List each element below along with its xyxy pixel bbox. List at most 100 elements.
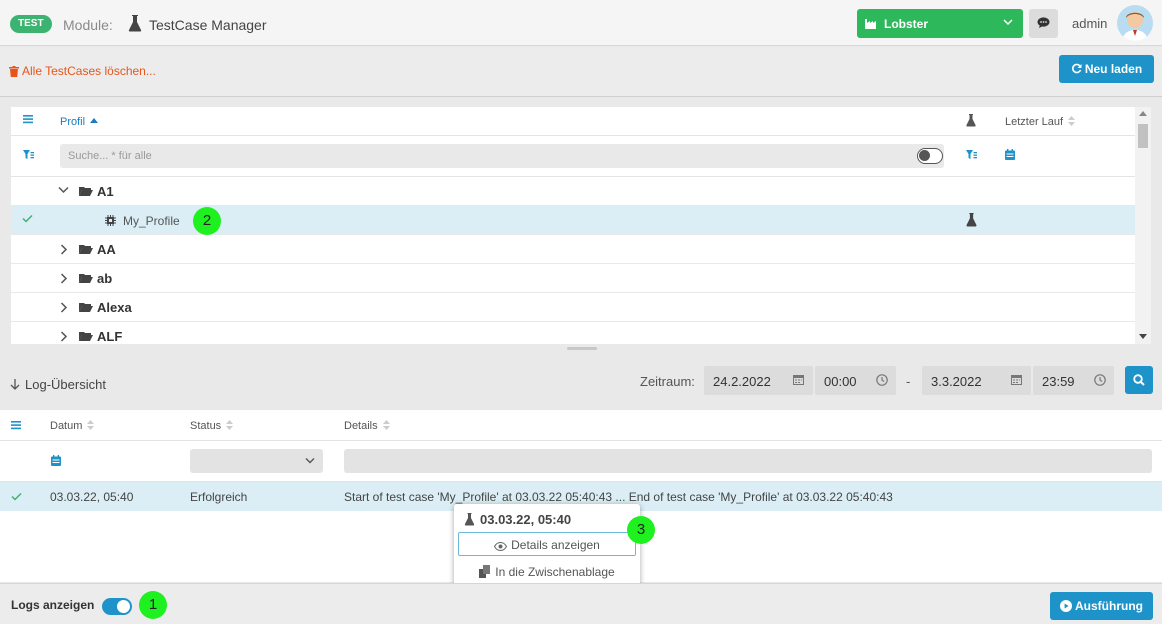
- column-menu-icon[interactable]: [11, 420, 21, 430]
- tree-filter-row: [11, 136, 1135, 177]
- tree-folder-label: Alexa: [97, 300, 132, 315]
- from-time-input[interactable]: 00:00: [815, 366, 896, 395]
- check-icon: [22, 214, 33, 223]
- column-header-last-run-label: Letzter Lauf: [1005, 116, 1064, 128]
- time-range-label: Zeitraum:: [640, 374, 695, 389]
- folder-open-icon: [79, 187, 93, 196]
- clock-icon[interactable]: [1094, 374, 1106, 386]
- from-date-input[interactable]: 24.2.2022: [704, 366, 813, 395]
- calendar-icon[interactable]: [1011, 374, 1022, 385]
- chevron-down-icon[interactable]: [58, 186, 69, 194]
- tree-folder-row[interactable]: Alexa: [11, 293, 1135, 322]
- log-date: 03.03.22, 05:40: [50, 490, 134, 504]
- log-search-button[interactable]: [1125, 366, 1153, 394]
- calendar-icon[interactable]: [1005, 149, 1015, 160]
- arrow-down-icon: [10, 379, 20, 390]
- step-marker: 3: [627, 516, 655, 544]
- refresh-icon: [1071, 63, 1082, 74]
- to-time-value: 23:59: [1042, 374, 1075, 389]
- play-circle-icon: [1060, 600, 1072, 612]
- tree-folder-row[interactable]: ALF: [11, 322, 1135, 344]
- scroll-down-arrow[interactable]: [1139, 334, 1147, 339]
- user-name[interactable]: admin: [1072, 16, 1107, 31]
- log-overview-toggle[interactable]: Log-Übersicht: [10, 377, 106, 392]
- menu-item-copy-clipboard-label: In die Zwischenablage: [495, 565, 615, 579]
- chevron-right-icon[interactable]: [60, 302, 68, 313]
- chevron-right-icon[interactable]: [60, 331, 68, 342]
- reload-button[interactable]: Neu laden: [1059, 55, 1154, 83]
- log-table-header: Datum Status Details: [0, 410, 1162, 441]
- calendar-icon[interactable]: [51, 455, 61, 466]
- log-details: Start of test case 'My_Profile' at 03.03…: [344, 490, 893, 504]
- column-header-details[interactable]: Details: [344, 420, 390, 432]
- folder-open-icon: [79, 274, 93, 283]
- tree-folder-label: AA: [97, 242, 116, 257]
- calendar-icon[interactable]: [793, 374, 804, 385]
- column-header-status-label: Status: [190, 420, 222, 432]
- log-header: Log-Übersicht Zeitraum: 24.2.2022 00:00 …: [0, 352, 1162, 410]
- tree-folder-row[interactable]: A1: [11, 177, 1135, 206]
- profile-search-input[interactable]: [60, 144, 880, 168]
- from-date-value: 24.2.2022: [713, 374, 771, 389]
- module-label: Module:: [63, 17, 113, 33]
- column-header-details-label: Details: [344, 420, 378, 432]
- flask-icon[interactable]: [966, 213, 977, 227]
- eye-icon: [494, 541, 508, 552]
- tree-folder-row[interactable]: AA: [11, 235, 1135, 264]
- scroll-up-arrow[interactable]: [1139, 111, 1147, 116]
- flask-icon: [128, 15, 142, 32]
- check-icon: [11, 492, 22, 501]
- tree-header: Profil Letzter Lauf: [11, 107, 1135, 136]
- folder-open-icon: [79, 245, 93, 254]
- column-header-date[interactable]: Datum: [50, 420, 95, 432]
- column-header-profile-label: Profil: [60, 116, 86, 128]
- tree-profile-row[interactable]: My_Profile: [11, 206, 1135, 235]
- step-marker: 2: [193, 207, 221, 235]
- execute-button[interactable]: Ausführung: [1050, 592, 1153, 620]
- avatar-image: [1122, 12, 1148, 41]
- flask-column-icon: [966, 114, 976, 127]
- trash-icon: [9, 66, 19, 77]
- panel-splitter-handle[interactable]: [567, 347, 597, 350]
- user-avatar[interactable]: [1117, 5, 1153, 41]
- flask-icon: [464, 513, 475, 526]
- scroll-thumb[interactable]: [1138, 124, 1148, 148]
- sort-icon: [87, 420, 95, 430]
- search-toggle[interactable]: [917, 148, 943, 164]
- show-logs-toggle[interactable]: [102, 598, 132, 615]
- toolbar: Alle TestCases löschen... Neu laden: [0, 47, 1162, 97]
- sort-icon: [226, 420, 234, 430]
- column-header-status[interactable]: Status: [190, 420, 234, 432]
- details-filter-input[interactable]: [344, 449, 1152, 473]
- copy-icon: [479, 565, 491, 578]
- chevron-right-icon[interactable]: [60, 273, 68, 284]
- toggle-knob: [117, 600, 130, 613]
- menu-item-copy-clipboard[interactable]: In die Zwischenablage: [458, 560, 636, 584]
- range-separator: -: [906, 374, 911, 389]
- filter-icon[interactable]: [23, 150, 34, 160]
- tree-folder-row[interactable]: ab: [11, 264, 1135, 293]
- chat-button[interactable]: [1029, 9, 1058, 38]
- log-filter-row: [0, 441, 1162, 482]
- delete-all-link[interactable]: Alle TestCases löschen...: [9, 64, 156, 78]
- step-marker: 1: [139, 591, 167, 619]
- footer: Logs anzeigen Ausführung: [0, 583, 1162, 624]
- to-time-input[interactable]: 23:59: [1033, 366, 1114, 395]
- sort-asc-icon: [90, 118, 99, 123]
- module-name: TestCase Manager: [149, 17, 267, 33]
- column-header-profile[interactable]: Profil: [60, 116, 99, 128]
- top-bar: TEST Module: TestCase Manager Lobster ad…: [0, 0, 1162, 46]
- toggle-knob: [919, 150, 930, 161]
- from-time-value: 00:00: [824, 374, 857, 389]
- to-date-input[interactable]: 3.3.2022: [922, 366, 1031, 395]
- filter-icon[interactable]: [966, 150, 977, 160]
- clock-icon[interactable]: [876, 374, 888, 386]
- chevron-right-icon[interactable]: [60, 244, 68, 255]
- column-menu-icon[interactable]: [23, 114, 33, 124]
- tree-scrollbar[interactable]: [1135, 107, 1151, 344]
- column-header-last-run[interactable]: Letzter Lauf: [1005, 116, 1076, 128]
- client-select[interactable]: Lobster: [857, 9, 1023, 38]
- status-filter-select[interactable]: [190, 449, 323, 473]
- menu-item-show-details[interactable]: Details anzeigen: [458, 532, 636, 556]
- show-logs-label: Logs anzeigen: [11, 598, 95, 612]
